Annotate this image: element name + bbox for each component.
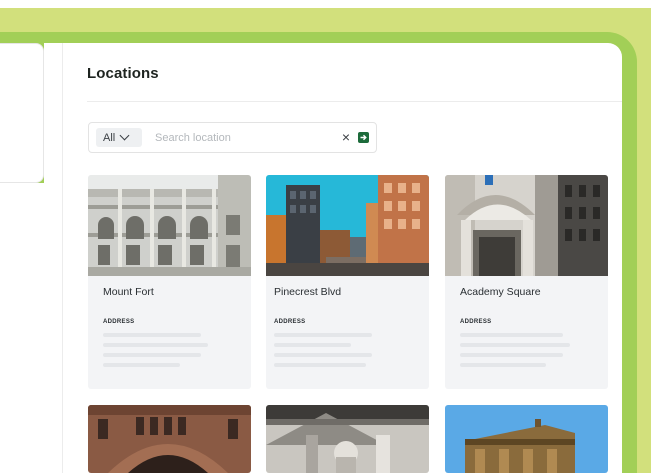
close-icon[interactable]: × <box>339 130 353 144</box>
location-photo <box>266 405 429 473</box>
sidebar-panel <box>0 43 44 183</box>
address-placeholder-line <box>460 333 563 337</box>
address-label: ADDRESS <box>274 319 306 325</box>
filter-select-value: All <box>103 131 116 144</box>
chevron-down-icon <box>119 130 130 141</box>
arrow-right-icon <box>360 134 367 141</box>
location-card[interactable]: Academy Square ADDRESS <box>445 175 608 389</box>
location-name: Academy Square <box>460 286 541 298</box>
address-placeholder-line <box>103 353 201 357</box>
search-submit-button[interactable] <box>358 132 369 143</box>
location-photo <box>445 405 608 473</box>
location-photo <box>266 175 429 276</box>
location-card[interactable] <box>88 405 251 473</box>
address-placeholder-line <box>274 363 366 367</box>
main-panel: Locations All × <box>62 43 622 473</box>
address-placeholder-line <box>103 363 180 367</box>
location-photo <box>88 405 251 473</box>
address-placeholder-line <box>274 343 351 347</box>
location-photo <box>88 175 251 276</box>
location-card[interactable] <box>266 405 429 473</box>
address-label: ADDRESS <box>103 319 135 325</box>
location-card[interactable]: Mount Fort ADDRESS <box>88 175 251 389</box>
address-label: ADDRESS <box>460 319 492 325</box>
sidebar-gutter <box>44 43 62 183</box>
search-bar: All × <box>88 122 377 153</box>
location-card[interactable] <box>445 405 608 473</box>
title-divider <box>87 101 622 102</box>
filter-select[interactable]: All <box>96 128 142 147</box>
address-placeholder-line <box>103 343 208 347</box>
address-placeholder-line <box>460 353 563 357</box>
search-input[interactable] <box>155 129 325 147</box>
location-name: Pinecrest Blvd <box>274 286 342 298</box>
page-title: Locations <box>87 65 159 82</box>
location-card[interactable]: Pinecrest Blvd ADDRESS <box>266 175 429 389</box>
top-strip <box>0 0 651 8</box>
address-placeholder-line <box>103 333 201 337</box>
address-placeholder-line <box>460 363 546 367</box>
address-placeholder-line <box>274 333 372 337</box>
sidebar-gutter-lower <box>0 183 62 473</box>
location-photo <box>445 175 608 276</box>
address-placeholder-line <box>274 353 372 357</box>
location-name: Mount Fort <box>103 286 154 298</box>
address-placeholder-line <box>460 343 570 347</box>
